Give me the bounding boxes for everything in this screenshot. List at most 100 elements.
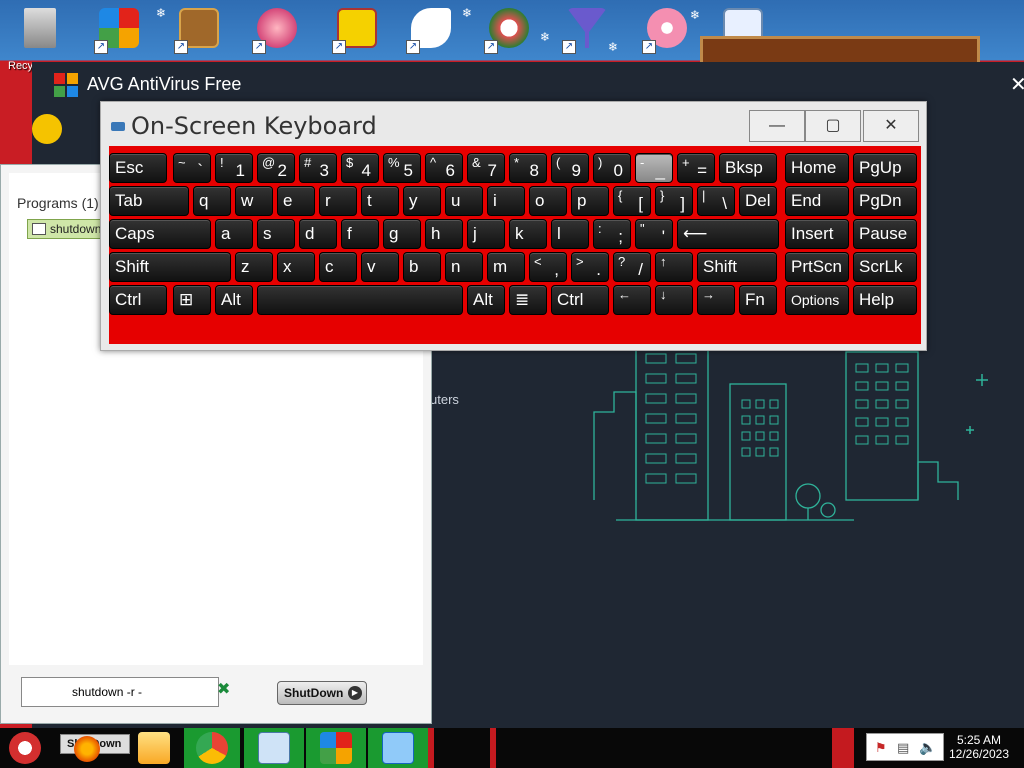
key-n[interactable]: n [445, 252, 483, 282]
key-6[interactable]: ^ 6 [425, 153, 463, 183]
key-pause[interactable]: Pause [853, 219, 917, 249]
start-button[interactable] [0, 728, 50, 768]
avg-close-button[interactable]: ✕ [1010, 72, 1024, 97]
key-5[interactable]: % 5 [383, 153, 421, 183]
key-home[interactable]: Home [785, 153, 849, 183]
key-[interactable]: :; [593, 219, 631, 249]
taskbar-computer[interactable] [368, 728, 428, 768]
key-b[interactable]: b [403, 252, 441, 282]
key-s[interactable]: s [257, 219, 295, 249]
mahjong-shortcut-icon[interactable]: ↗ [330, 6, 384, 56]
key-4[interactable]: $4 [341, 153, 379, 183]
key-help[interactable]: Help [853, 285, 917, 315]
close-button[interactable]: ✕ [863, 110, 919, 142]
key-tab[interactable]: Tab [109, 186, 189, 216]
key-[interactable]: ← [613, 285, 651, 315]
key-x[interactable]: x [277, 252, 315, 282]
taskbar-avg[interactable] [306, 728, 366, 768]
key-z[interactable]: z [235, 252, 273, 282]
key-9[interactable]: (9 [551, 153, 589, 183]
key-scrlk[interactable]: ScrLk [853, 252, 917, 282]
key-c[interactable]: c [319, 252, 357, 282]
key-[interactable]: ↓ [655, 285, 693, 315]
key-[interactable]: ~ ` [173, 153, 211, 183]
key-e[interactable]: e [277, 186, 315, 216]
key-d[interactable]: d [299, 219, 337, 249]
network-icon[interactable]: ▤ [897, 740, 909, 756]
key-del[interactable]: Del [739, 186, 777, 216]
key-p[interactable]: p [571, 186, 609, 216]
avg-shortcut-icon[interactable]: ↗ [92, 6, 146, 56]
key-fn[interactable]: Fn [739, 285, 777, 315]
key-t[interactable]: t [361, 186, 399, 216]
key-[interactable]: + = [677, 153, 715, 183]
key-[interactable]: ⊞ [173, 285, 211, 315]
key-bksp[interactable]: Bksp [719, 153, 777, 183]
key-[interactable]: ≣ [509, 285, 547, 315]
maximize-button[interactable]: ▢ [805, 110, 861, 142]
taskbar-chrome[interactable] [184, 728, 240, 768]
key-2[interactable]: @2 [257, 153, 295, 183]
key-f[interactable]: f [341, 219, 379, 249]
key-insert[interactable]: Insert [785, 219, 849, 249]
key-o[interactable]: o [529, 186, 567, 216]
taskbar-control-panel[interactable] [244, 728, 304, 768]
recycle-bin-icon[interactable] [14, 6, 68, 56]
key-8[interactable]: * 8 [509, 153, 547, 183]
key-1[interactable]: ! 1 [215, 153, 253, 183]
book-shortcut-icon[interactable]: ↗ [172, 6, 226, 56]
dove-shortcut-icon[interactable]: ↗ [404, 6, 458, 56]
blossom-shortcut-icon[interactable]: ↗ [640, 6, 694, 56]
key-[interactable]: ? / [613, 252, 651, 282]
key-[interactable]: → [697, 285, 735, 315]
system-clock[interactable]: 5:25 AM 12/26/2023 [944, 733, 1014, 761]
key-m[interactable]: m [487, 252, 525, 282]
key-options[interactable]: Options [785, 285, 849, 315]
search-input[interactable]: shutdown -r - [21, 677, 219, 707]
key-u[interactable]: u [445, 186, 483, 216]
key-v[interactable]: v [361, 252, 399, 282]
key-j[interactable]: j [467, 219, 505, 249]
key-alt[interactable]: Alt [215, 285, 253, 315]
key-[interactable]: }] [655, 186, 693, 216]
action-center-icon[interactable]: ⚑ [875, 740, 887, 756]
show-hidden-icons[interactable] [832, 728, 854, 768]
key-y[interactable]: y [403, 186, 441, 216]
taskbar-shutdown-app[interactable]: ShutDown [58, 728, 132, 768]
key-prtscn[interactable]: PrtScn [785, 252, 849, 282]
program-result-item[interactable]: shutdown [27, 219, 107, 239]
key-7[interactable]: & 7 [467, 153, 505, 183]
key-ctrl[interactable]: Ctrl [109, 285, 167, 315]
clear-search-icon[interactable]: ✖ [217, 679, 230, 699]
key-l[interactable]: l [551, 219, 589, 249]
key-pgup[interactable]: PgUp [853, 153, 917, 183]
key-[interactable]: {[ [613, 186, 651, 216]
cocktail-shortcut-icon[interactable]: ↗ [560, 6, 614, 56]
key-[interactable]: <, [529, 252, 567, 282]
minimize-button[interactable]: — [749, 110, 805, 142]
key-shift[interactable]: Shift [109, 252, 231, 282]
key-[interactable]: >. [571, 252, 609, 282]
key-h[interactable]: h [425, 219, 463, 249]
volume-icon[interactable]: 🔈 [919, 739, 936, 756]
key-g[interactable]: g [383, 219, 421, 249]
flower-shortcut-icon[interactable]: ↗ [482, 6, 536, 56]
key-pgdn[interactable]: PgDn [853, 186, 917, 216]
key-a[interactable]: a [215, 219, 253, 249]
key-[interactable]: | \ [697, 186, 735, 216]
key-k[interactable]: k [509, 219, 547, 249]
key-0[interactable]: ) 0 [593, 153, 631, 183]
key-[interactable]: - _ [635, 153, 673, 183]
key-3[interactable]: #3 [299, 153, 337, 183]
key-alt[interactable]: Alt [467, 285, 505, 315]
key-space[interactable] [257, 285, 463, 315]
key-[interactable]: " ' [635, 219, 673, 249]
key-[interactable]: ↑ [655, 252, 693, 282]
key-end[interactable]: End [785, 186, 849, 216]
key-shift[interactable]: Shift [697, 252, 777, 282]
key-i[interactable]: i [487, 186, 525, 216]
key-w[interactable]: w [235, 186, 273, 216]
avg-titlebar[interactable]: AVG AntiVirus Free ✕ [32, 62, 1024, 106]
fish-shortcut-icon[interactable]: ↗ [250, 6, 304, 56]
key-q[interactable]: q [193, 186, 231, 216]
